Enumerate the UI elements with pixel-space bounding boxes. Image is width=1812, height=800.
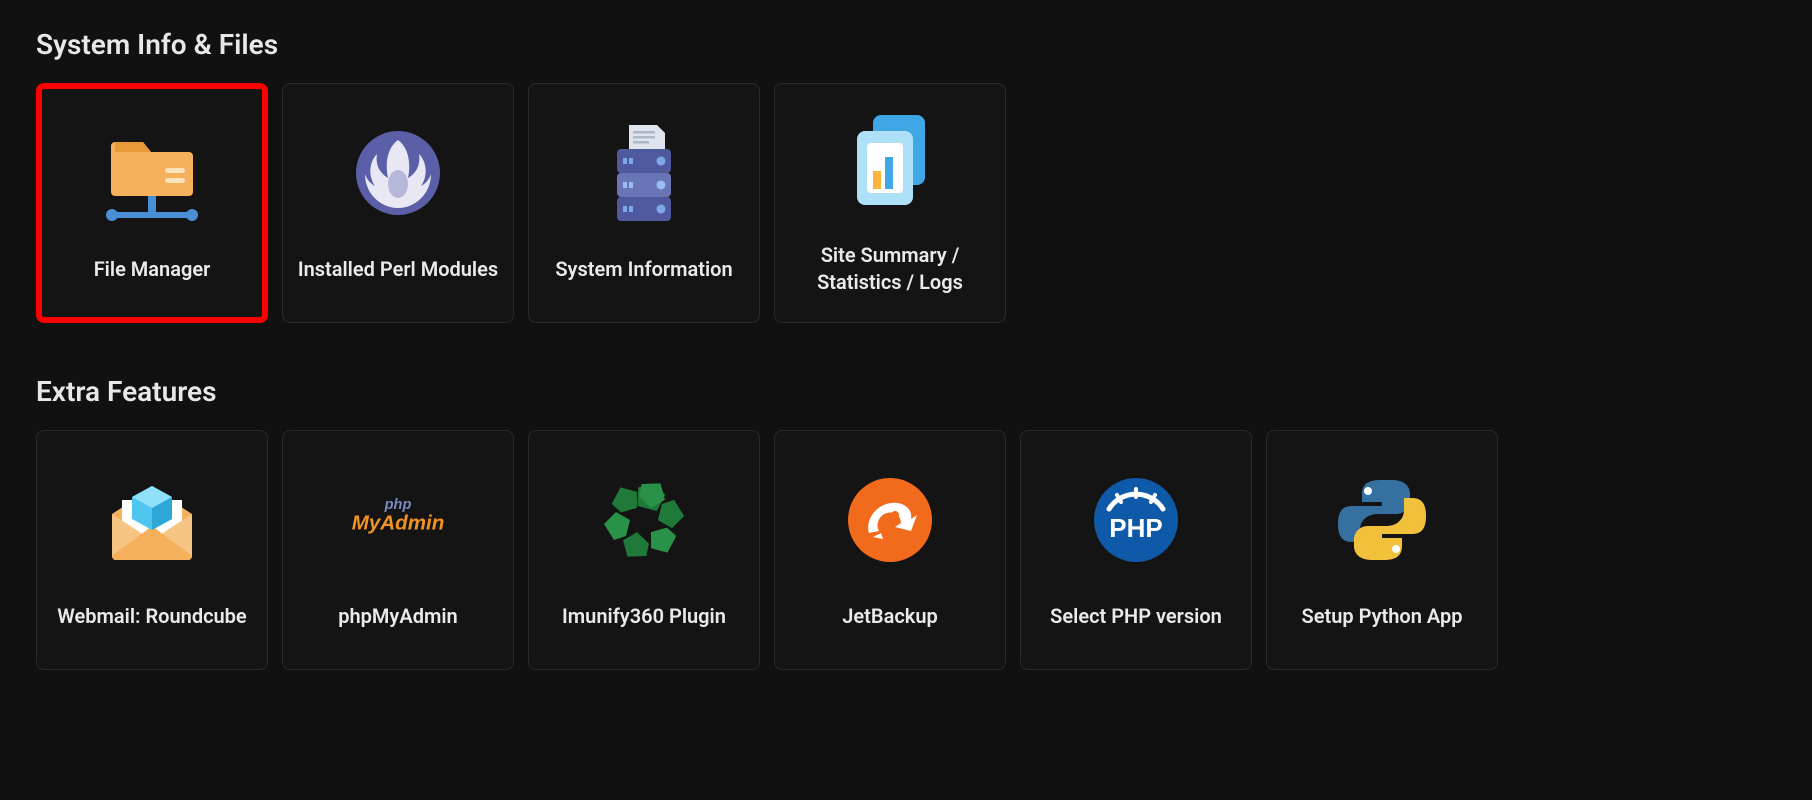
card-roundcube[interactable]: Webmail: Roundcube <box>36 430 268 670</box>
card-label: System Information <box>555 256 732 283</box>
card-label: JetBackup <box>842 603 937 630</box>
stats-icon <box>830 104 950 214</box>
card-perl-modules[interactable]: Installed Perl Modules <box>282 83 514 323</box>
server-icon <box>584 118 704 228</box>
section-title-extra: Extra Features <box>36 375 1776 408</box>
card-label: Select PHP version <box>1050 603 1222 630</box>
perl-icon <box>338 118 458 228</box>
card-python-app[interactable]: Setup Python App <box>1266 430 1498 670</box>
folder-network-icon <box>92 118 212 228</box>
card-row-system: File Manager Installed Perl Modules <box>36 83 1776 323</box>
card-label: Installed Perl Modules <box>298 256 498 283</box>
card-label: Webmail: Roundcube <box>57 603 246 630</box>
svg-text:php: php <box>384 496 412 512</box>
card-jetbackup[interactable]: JetBackup <box>774 430 1006 670</box>
card-imunify[interactable]: Imunify360 Plugin <box>528 430 760 670</box>
card-phpmyadmin[interactable]: php MyAdmin phpMyAdmin <box>282 430 514 670</box>
imunify-icon <box>584 465 704 575</box>
roundcube-icon <box>92 465 212 575</box>
card-label: Imunify360 Plugin <box>562 603 726 630</box>
section-title-system: System Info & Files <box>36 28 1776 61</box>
card-file-manager[interactable]: File Manager <box>36 83 268 323</box>
php-icon: PHP <box>1076 465 1196 575</box>
jetbackup-icon <box>830 465 950 575</box>
svg-text:PHP: PHP <box>1109 513 1162 543</box>
card-php-version[interactable]: PHP Select PHP version <box>1020 430 1252 670</box>
python-icon <box>1322 465 1442 575</box>
phpmyadmin-icon: php MyAdmin <box>338 465 458 575</box>
card-label: Setup Python App <box>1302 603 1463 630</box>
card-label: Site Summary / Statistics / Logs <box>789 242 991 296</box>
svg-text:MyAdmin: MyAdmin <box>352 511 445 534</box>
card-row-extra: Webmail: Roundcube php MyAdmin phpMyAdmi… <box>36 430 1776 670</box>
card-label: File Manager <box>94 256 211 283</box>
card-site-summary[interactable]: Site Summary / Statistics / Logs <box>774 83 1006 323</box>
card-label: phpMyAdmin <box>338 603 457 630</box>
card-system-information[interactable]: System Information <box>528 83 760 323</box>
